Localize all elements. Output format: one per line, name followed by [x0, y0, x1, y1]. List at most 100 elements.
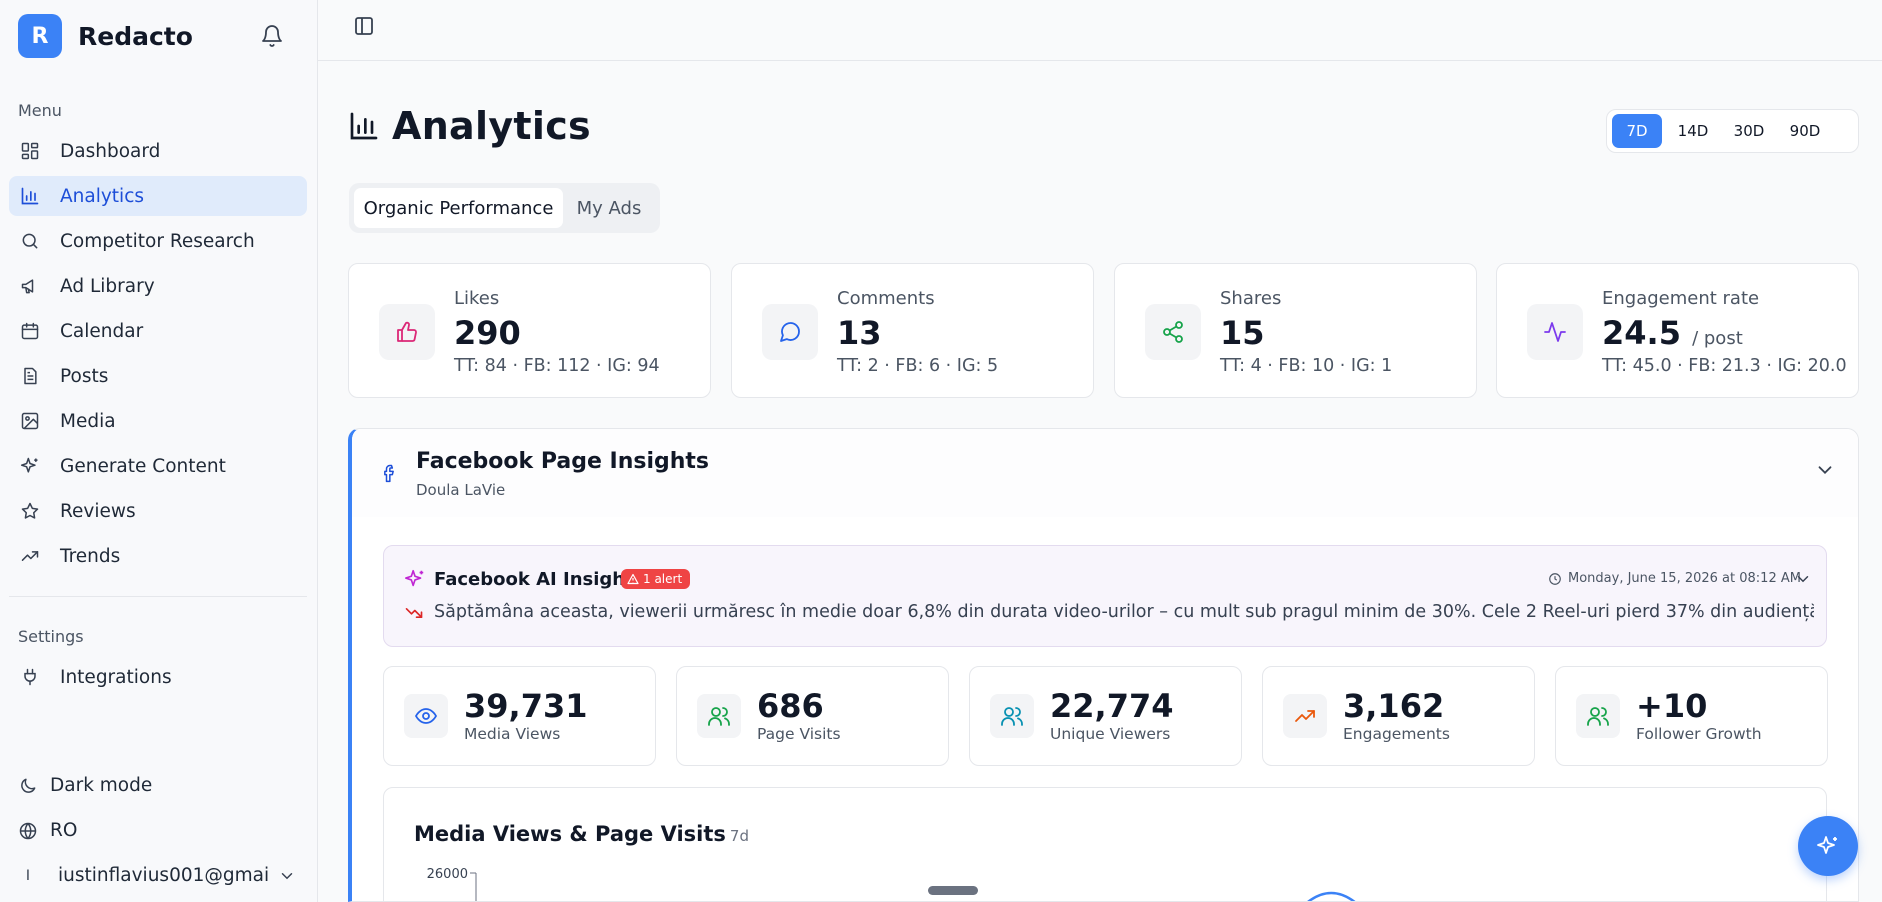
stat-value-number: 24.5: [1602, 314, 1681, 352]
stat-value: 290: [454, 314, 521, 352]
sidebar-item-label: Dashboard: [60, 140, 161, 162]
sparkles-icon: [1817, 836, 1837, 854]
sidebar-item-analytics[interactable]: Analytics: [9, 176, 307, 216]
sidebar-item-dashboard[interactable]: Dashboard: [9, 131, 307, 171]
stat-value-unit: / post: [1692, 328, 1743, 349]
sidebar-item-label: Media: [60, 410, 116, 432]
sidebar-item-generate-content[interactable]: Generate Content: [9, 446, 307, 486]
menu-caption: Menu: [18, 101, 62, 120]
stat-value: 15: [1220, 314, 1265, 352]
sidebar-item-label: Reviews: [60, 500, 136, 522]
language-selector[interactable]: RO: [18, 820, 77, 841]
range-7d-button[interactable]: 7D: [1612, 114, 1662, 148]
star-icon: [18, 499, 42, 523]
sidebar: R Redacto Menu Dashboard Analytics Compe…: [0, 0, 318, 902]
ai-assistant-button[interactable]: [1798, 816, 1858, 876]
sidebar-item-ad-library[interactable]: Ad Library: [9, 266, 307, 306]
sidebar-item-label: Posts: [60, 365, 109, 387]
date-range-selector: 7D 14D 30D 90D: [1606, 109, 1859, 153]
sidebar-item-posts[interactable]: Posts: [9, 356, 307, 396]
media-views-chart-card: Media Views & Page Visits 7d 26000: [383, 787, 1827, 901]
chevron-down-icon: [281, 872, 293, 879]
comment-icon: [762, 304, 818, 360]
plug-icon: [18, 665, 42, 689]
sidebar-item-calendar[interactable]: Calendar: [9, 311, 307, 351]
sparkles-icon: [18, 454, 42, 478]
facebook-panel-header[interactable]: Facebook Page Insights Doula LaVie: [352, 429, 1858, 517]
ai-insights-timestamp: Monday, June 15, 2026 at 08:12 AM: [1548, 571, 1801, 586]
metric-value: +10: [1636, 687, 1708, 725]
stat-breakdown: TT: 4 · FB: 10 · IG: 1: [1220, 356, 1393, 376]
user-avatar: I: [25, 867, 31, 884]
megaphone-icon: [18, 274, 42, 298]
sidebar-item-reviews[interactable]: Reviews: [9, 491, 307, 531]
sidebar-item-label: Integrations: [60, 666, 172, 688]
facebook-insights-panel: Facebook Page Insights Doula LaVie Faceb…: [348, 428, 1859, 902]
users-icon: [697, 694, 741, 738]
activity-icon: [1527, 304, 1583, 360]
sparkles-icon: [405, 569, 424, 587]
sidebar-item-label: Generate Content: [60, 455, 226, 477]
sidebar-item-label: Competitor Research: [60, 230, 255, 252]
ai-insights-box[interactable]: Facebook AI Insights 1 alert Monday, Jun…: [383, 545, 1827, 647]
timestamp-text: Monday, June 15, 2026 at 08:12 AM: [1568, 571, 1801, 586]
metric-value: 22,774: [1050, 687, 1174, 725]
eye-icon: [404, 694, 448, 738]
sidebar-item-integrations[interactable]: Integrations: [9, 657, 307, 697]
sidebar-item-label: Analytics: [60, 185, 145, 207]
user-menu[interactable]: I iustinflavius001@gmail....: [18, 865, 298, 886]
chevron-down-icon[interactable]: [1794, 570, 1812, 588]
dashboard-icon: [18, 139, 42, 163]
stat-card-likes: Likes 290 TT: 84 · FB: 112 · IG: 94: [348, 263, 711, 398]
dark-mode-toggle[interactable]: Dark mode: [18, 775, 152, 796]
stat-label: Comments: [837, 288, 935, 309]
sidebar-item-competitor-research[interactable]: Competitor Research: [9, 221, 307, 261]
trending-down-icon: [405, 608, 423, 618]
analytics-tabs: Organic Performance My Ads: [349, 183, 660, 233]
share-icon: [1145, 304, 1201, 360]
stat-label: Shares: [1220, 288, 1282, 309]
document-icon: [18, 364, 42, 388]
metric-engagements: 3,162 Engagements: [1262, 666, 1535, 766]
stat-card-engagement-rate: Engagement rate 24.5 / post TT: 45.0 · F…: [1496, 263, 1859, 398]
metric-value: 3,162: [1343, 687, 1445, 725]
range-30d-button[interactable]: 30D: [1724, 114, 1774, 148]
sidebar-item-label: Ad Library: [60, 275, 155, 297]
calendar-icon: [18, 319, 42, 343]
sidebar-item-trends[interactable]: Trends: [9, 536, 307, 576]
thumbs-up-icon: [379, 304, 435, 360]
range-90d-button[interactable]: 90D: [1780, 114, 1830, 148]
facebook-page-name: Doula LaVie: [416, 481, 506, 499]
tab-my-ads[interactable]: My Ads: [567, 188, 651, 228]
trending-up-icon: [18, 544, 42, 568]
metric-label: Page Visits: [757, 725, 841, 743]
ai-insights-text: Săptămâna aceasta, viewerii urmăresc în …: [434, 602, 1814, 622]
ai-insights-title: Facebook AI Insights: [434, 569, 645, 590]
chevron-down-icon[interactable]: [1814, 459, 1836, 481]
metric-value: 39,731: [464, 687, 588, 725]
range-14d-button[interactable]: 14D: [1668, 114, 1718, 148]
stat-value: 13: [837, 314, 882, 352]
media-views-line: [1307, 891, 1356, 901]
page-title-text: Analytics: [392, 104, 591, 148]
y-tick-label: 26000: [427, 867, 468, 882]
globe-icon: [19, 822, 37, 839]
alert-badge-label: 1 alert: [643, 572, 683, 586]
bell-icon[interactable]: [260, 24, 284, 48]
bar-chart-icon: [18, 184, 42, 208]
metric-label: Follower Growth: [1636, 725, 1762, 743]
page-title: Analytics: [348, 104, 591, 148]
sidebar-item-media[interactable]: Media: [9, 401, 307, 441]
image-icon: [18, 409, 42, 433]
stat-label: Engagement rate: [1602, 288, 1760, 309]
metric-media-views: 39,731 Media Views: [383, 666, 656, 766]
sidebar-toggle-icon[interactable]: [352, 14, 376, 38]
users-icon: [1576, 694, 1620, 738]
tab-organic-performance[interactable]: Organic Performance: [354, 188, 563, 228]
app-logo: R: [18, 14, 62, 58]
metric-label: Media Views: [464, 725, 561, 743]
sidebar-item-label: Trends: [60, 545, 121, 567]
brand[interactable]: R Redacto: [18, 14, 193, 58]
warning-icon: [627, 573, 639, 585]
clock-icon: [1549, 572, 1561, 585]
